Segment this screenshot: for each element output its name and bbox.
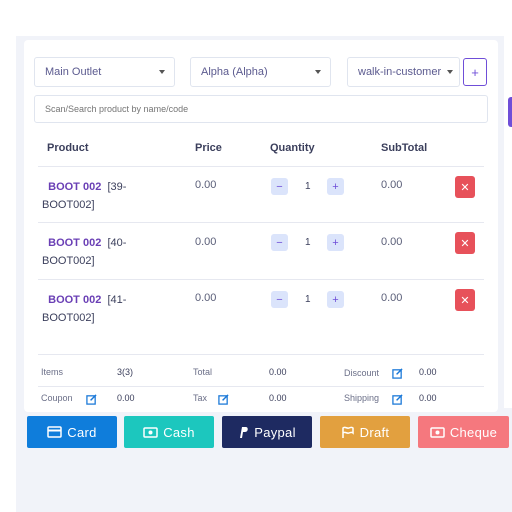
chevron-down-icon	[159, 70, 165, 74]
coupon-value: 0.00	[117, 393, 135, 403]
plus-icon: +	[332, 180, 339, 193]
tax-value: 0.00	[269, 393, 287, 403]
items-label: Items	[41, 367, 64, 377]
column-header-subtotal: SubTotal	[381, 142, 428, 154]
edit-tax-icon[interactable]	[218, 394, 229, 405]
product-name: BOOT 002 [39- BOOT002]	[42, 178, 142, 214]
qty-decrement-button[interactable]: −	[271, 234, 288, 251]
warehouse-select-value: Alpha (Alpha)	[201, 66, 268, 78]
customer-select-value: walk-in-customer	[358, 66, 442, 78]
qty-value[interactable]: 1	[305, 181, 311, 192]
divider	[38, 354, 484, 355]
pay-paypal-label: Paypal	[254, 424, 296, 440]
cash-icon	[143, 426, 158, 438]
chevron-down-icon	[447, 70, 453, 74]
column-header-price: Price	[195, 142, 222, 154]
pay-paypal-button[interactable]: Paypal	[222, 416, 312, 448]
customer-select[interactable]: walk-in-customer	[347, 57, 460, 87]
product-price: 0.00	[195, 179, 217, 191]
pay-cash-button[interactable]: Cash	[124, 416, 214, 448]
qty-value[interactable]: 1	[305, 294, 311, 305]
plus-icon: +	[471, 64, 479, 80]
save-draft-button[interactable]: Draft	[320, 416, 410, 448]
plus-icon: +	[332, 293, 339, 306]
flag-icon	[341, 426, 354, 438]
minus-icon: −	[276, 293, 283, 306]
product-code-link[interactable]: BOOT 002	[48, 237, 101, 249]
divider	[38, 279, 484, 280]
remove-item-button[interactable]: ✕	[455, 232, 475, 254]
pay-card-button[interactable]: Card	[27, 416, 117, 448]
cheque-icon	[430, 426, 445, 438]
product-code-link[interactable]: BOOT 002	[48, 181, 101, 193]
divider	[38, 166, 484, 167]
product-variant: [39-	[107, 181, 127, 193]
product-price: 0.00	[195, 292, 217, 304]
minus-icon: −	[276, 236, 283, 249]
items-value: 3(3)	[117, 367, 134, 377]
product-code-link[interactable]: BOOT 002	[48, 294, 101, 306]
product-sku: BOOT002]	[42, 255, 95, 267]
product-variant: [40-	[107, 237, 127, 249]
shipping-value: 0.00	[419, 393, 437, 403]
chevron-down-icon	[315, 70, 321, 74]
discount-value: 0.00	[419, 367, 437, 377]
edit-coupon-icon[interactable]	[86, 394, 97, 405]
pay-cash-label: Cash	[163, 424, 195, 440]
product-subtotal: 0.00	[381, 179, 403, 191]
product-price: 0.00	[195, 236, 217, 248]
pay-cheque-button[interactable]: Cheque	[418, 416, 509, 448]
product-name: BOOT 002 [41- BOOT002]	[42, 291, 142, 327]
pay-cheque-label: Cheque	[449, 424, 498, 440]
column-header-quantity: Quantity	[270, 142, 315, 154]
divider	[38, 222, 484, 223]
paypal-icon	[240, 426, 248, 438]
warehouse-select[interactable]: Alpha (Alpha)	[190, 57, 331, 87]
total-label: Total	[193, 367, 213, 377]
qty-increment-button[interactable]: +	[327, 291, 344, 308]
divider	[38, 386, 484, 387]
plus-icon: +	[332, 236, 339, 249]
side-panel-tab[interactable]	[508, 97, 512, 127]
save-draft-label: Draft	[359, 424, 390, 440]
column-header-product: Product	[47, 142, 89, 154]
add-customer-button[interactable]: +	[463, 58, 487, 86]
product-name: BOOT 002 [40- BOOT002]	[42, 234, 142, 270]
edit-shipping-icon[interactable]	[392, 394, 403, 405]
credit-card-icon	[47, 426, 63, 438]
shipping-label: Shipping	[344, 393, 380, 403]
qty-value[interactable]: 1	[305, 237, 311, 248]
product-variant: [41-	[107, 294, 127, 306]
qty-decrement-button[interactable]: −	[271, 291, 288, 308]
outlet-select-value: Main Outlet	[45, 66, 102, 78]
qty-increment-button[interactable]: +	[327, 178, 344, 195]
remove-item-button[interactable]: ✕	[455, 176, 475, 198]
total-value: 0.00	[269, 367, 287, 377]
coupon-label: Coupon	[41, 393, 73, 403]
edit-discount-icon[interactable]	[392, 368, 403, 379]
discount-label: Discount	[344, 368, 380, 378]
qty-decrement-button[interactable]: −	[271, 178, 288, 195]
tax-label: Tax	[193, 393, 208, 403]
close-icon: ✕	[460, 237, 470, 250]
minus-icon: −	[276, 180, 283, 193]
close-icon: ✕	[460, 181, 470, 194]
remove-item-button[interactable]: ✕	[455, 289, 475, 311]
product-sku: BOOT002]	[42, 199, 95, 211]
outlet-select[interactable]: Main Outlet	[34, 57, 175, 87]
qty-increment-button[interactable]: +	[327, 234, 344, 251]
product-subtotal: 0.00	[381, 236, 403, 248]
side-panel	[504, 36, 512, 408]
pay-card-label: Card	[67, 424, 97, 440]
product-search-input[interactable]	[34, 95, 488, 123]
close-icon: ✕	[460, 294, 470, 307]
product-sku: BOOT002]	[42, 312, 95, 324]
product-subtotal: 0.00	[381, 292, 403, 304]
